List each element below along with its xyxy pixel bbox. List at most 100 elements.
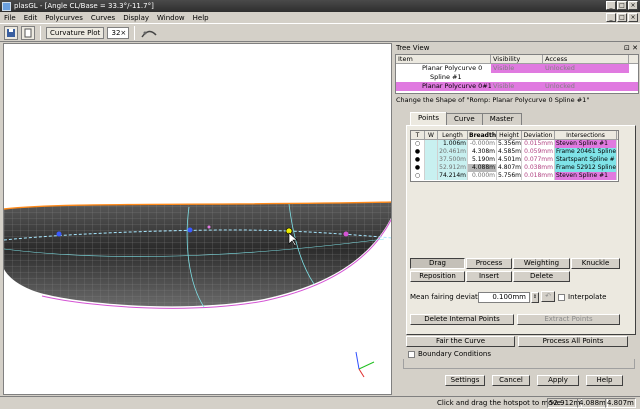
point-type-cell[interactable]: ●	[411, 164, 425, 172]
tree-view-dock-controls[interactable]: ⊡ ✕	[624, 43, 638, 53]
intersection-cell[interactable]: Frame 20461 Spline	[555, 148, 617, 156]
point-type-cell[interactable]: ○	[411, 140, 425, 148]
boundary-conditions-checkbox[interactable]	[408, 351, 415, 358]
height-cell[interactable]: 4.501m	[497, 156, 522, 164]
reposition-mode-button[interactable]: Reposition	[410, 271, 465, 282]
table-row[interactable]: ○ 74.214m 0.000m 5.756m 0.018mm Steven S…	[411, 172, 618, 180]
tree-visibility-cell[interactable]	[491, 73, 543, 82]
height-cell[interactable]: 5.756m	[497, 172, 522, 180]
column-height[interactable]: Height	[497, 131, 522, 139]
length-cell[interactable]: 37.500m	[438, 156, 468, 164]
control-point[interactable]	[187, 227, 193, 233]
process-mode-button[interactable]: Process	[466, 258, 512, 269]
column-t[interactable]: T	[411, 131, 425, 139]
tree-visibility-cell[interactable]: Visible	[491, 82, 543, 91]
menu-help[interactable]: Help	[189, 14, 213, 22]
weight-cell[interactable]	[425, 172, 438, 180]
point-type-cell[interactable]: ●	[411, 148, 425, 156]
tree-visibility-cell[interactable]: Visible	[491, 64, 543, 73]
tree-row[interactable]: Spline #1	[396, 73, 638, 82]
menu-edit[interactable]: Edit	[20, 14, 42, 22]
menu-file[interactable]: File	[0, 14, 20, 22]
tree-access-cell[interactable]	[543, 73, 629, 82]
extract-points-button[interactable]: Extract Points	[517, 314, 620, 325]
menu-window[interactable]: Window	[153, 14, 189, 22]
tree-column-visibility[interactable]: Visibility	[491, 55, 543, 63]
points-table[interactable]: T W Length Breadth Height Deviation Inte…	[410, 130, 619, 182]
table-row[interactable]: ○ 1.006m -0.000m 5.356m 0.015mm Steven S…	[411, 140, 618, 148]
weight-cell[interactable]	[425, 164, 438, 172]
tree-access-cell[interactable]: Unlocked	[543, 64, 629, 73]
drag-mode-button[interactable]: Drag	[410, 258, 465, 269]
3d-viewport[interactable]	[3, 43, 392, 395]
height-cell[interactable]: 5.356m	[497, 140, 522, 148]
fair-the-curve-button[interactable]: Fair the Curve	[406, 336, 515, 347]
column-deviation[interactable]: Deviation	[522, 131, 555, 139]
delete-internal-points-button[interactable]: Delete Internal Points	[410, 314, 514, 325]
process-all-points-button[interactable]: Process All Points	[518, 336, 628, 347]
maximize-button[interactable]: □	[617, 1, 627, 10]
fairing-spinner[interactable]: ⇕	[531, 292, 539, 303]
menu-display[interactable]: Display	[119, 14, 153, 22]
tree-column-item[interactable]: Item	[396, 55, 491, 63]
mdi-restore-button[interactable]: □	[617, 13, 627, 22]
table-row[interactable]: ● 20.461m 4.308m 4.585m 0.059mm Frame 20…	[411, 148, 618, 156]
tree-view[interactable]: Item Visibility Access Planar Polycurve …	[395, 54, 639, 94]
mean-fairing-input[interactable]: 0.100mm	[478, 292, 530, 303]
weight-cell[interactable]	[425, 148, 438, 156]
column-w[interactable]: W	[425, 131, 438, 139]
help-button[interactable]: Help	[586, 375, 623, 386]
save-view-button[interactable]	[4, 25, 18, 40]
cancel-button[interactable]: Cancel	[492, 375, 530, 386]
intersection-cell[interactable]: Steven Spline #1	[555, 172, 617, 180]
breadth-cell[interactable]: -0.000m	[468, 140, 497, 148]
tree-access-cell[interactable]: Unlocked	[543, 82, 629, 91]
intersection-cell[interactable]: Frame 52912 Spline	[555, 164, 617, 172]
tree-row-selected[interactable]: Planar Polycurve 0#1 Visible Unlocked	[396, 82, 638, 91]
hull-render[interactable]	[4, 44, 392, 395]
length-cell[interactable]: 1.006m	[438, 140, 468, 148]
intersection-cell[interactable]: Startspant Spline #	[555, 156, 617, 164]
column-breadth[interactable]: Breadth	[468, 131, 497, 139]
weight-cell[interactable]	[425, 156, 438, 164]
fairing-tool-button[interactable]	[140, 26, 158, 40]
tab-curve[interactable]: Curve	[446, 113, 483, 125]
point-type-cell[interactable]: ●	[411, 156, 425, 164]
breadth-cell[interactable]: 0.000m	[468, 172, 497, 180]
mdi-close-button[interactable]: ×	[628, 13, 638, 22]
delete-mode-button[interactable]: Delete	[513, 271, 570, 282]
point-type-cell[interactable]: ○	[411, 172, 425, 180]
length-cell[interactable]: 52.912m	[438, 164, 468, 172]
breadth-cell[interactable]: 4.308m	[468, 148, 497, 156]
table-row-selected[interactable]: ● 52.912m 4.088m 4.807m 0.038mm Frame 52…	[411, 164, 618, 172]
curvature-plot-label[interactable]: Curvature Plot	[46, 26, 105, 39]
minimize-button[interactable]: _	[606, 1, 616, 10]
control-point[interactable]	[207, 225, 211, 229]
breadth-cell[interactable]: 4.088m	[468, 164, 497, 172]
weight-cell[interactable]	[425, 140, 438, 148]
tab-master[interactable]: Master	[481, 113, 522, 125]
tab-points[interactable]: Points	[410, 112, 448, 125]
menu-curves[interactable]: Curves	[87, 14, 119, 22]
height-cell[interactable]: 4.585m	[497, 148, 522, 156]
control-point[interactable]	[343, 231, 349, 237]
mdi-minimize-button[interactable]: _	[606, 13, 616, 22]
tree-column-access[interactable]: Access	[543, 55, 629, 63]
height-cell[interactable]: 4.807m	[497, 164, 522, 172]
length-cell[interactable]: 74.214m	[438, 172, 468, 180]
page-button[interactable]	[21, 25, 35, 40]
menu-polycurves[interactable]: Polycurves	[41, 14, 87, 22]
breadth-cell[interactable]: 5.190m	[468, 156, 497, 164]
column-length[interactable]: Length	[438, 131, 468, 139]
settings-button[interactable]: Settings	[445, 375, 485, 386]
length-cell[interactable]: 20.461m	[438, 148, 468, 156]
table-row[interactable]: ● 37.500m 5.190m 4.501m 0.077mm Startspa…	[411, 156, 618, 164]
tree-row[interactable]: Planar Polycurve 0 Visible Unlocked	[396, 64, 638, 73]
knuckle-mode-button[interactable]: Knuckle	[571, 258, 620, 269]
interpolate-checkbox[interactable]	[558, 294, 565, 301]
insert-mode-button[interactable]: Insert	[466, 271, 512, 282]
curvature-scale-spinner[interactable]: 32×	[107, 26, 130, 39]
weighting-mode-button[interactable]: Weighting	[513, 258, 570, 269]
apply-button[interactable]: Apply	[537, 375, 579, 386]
column-intersections[interactable]: Intersections	[555, 131, 617, 139]
